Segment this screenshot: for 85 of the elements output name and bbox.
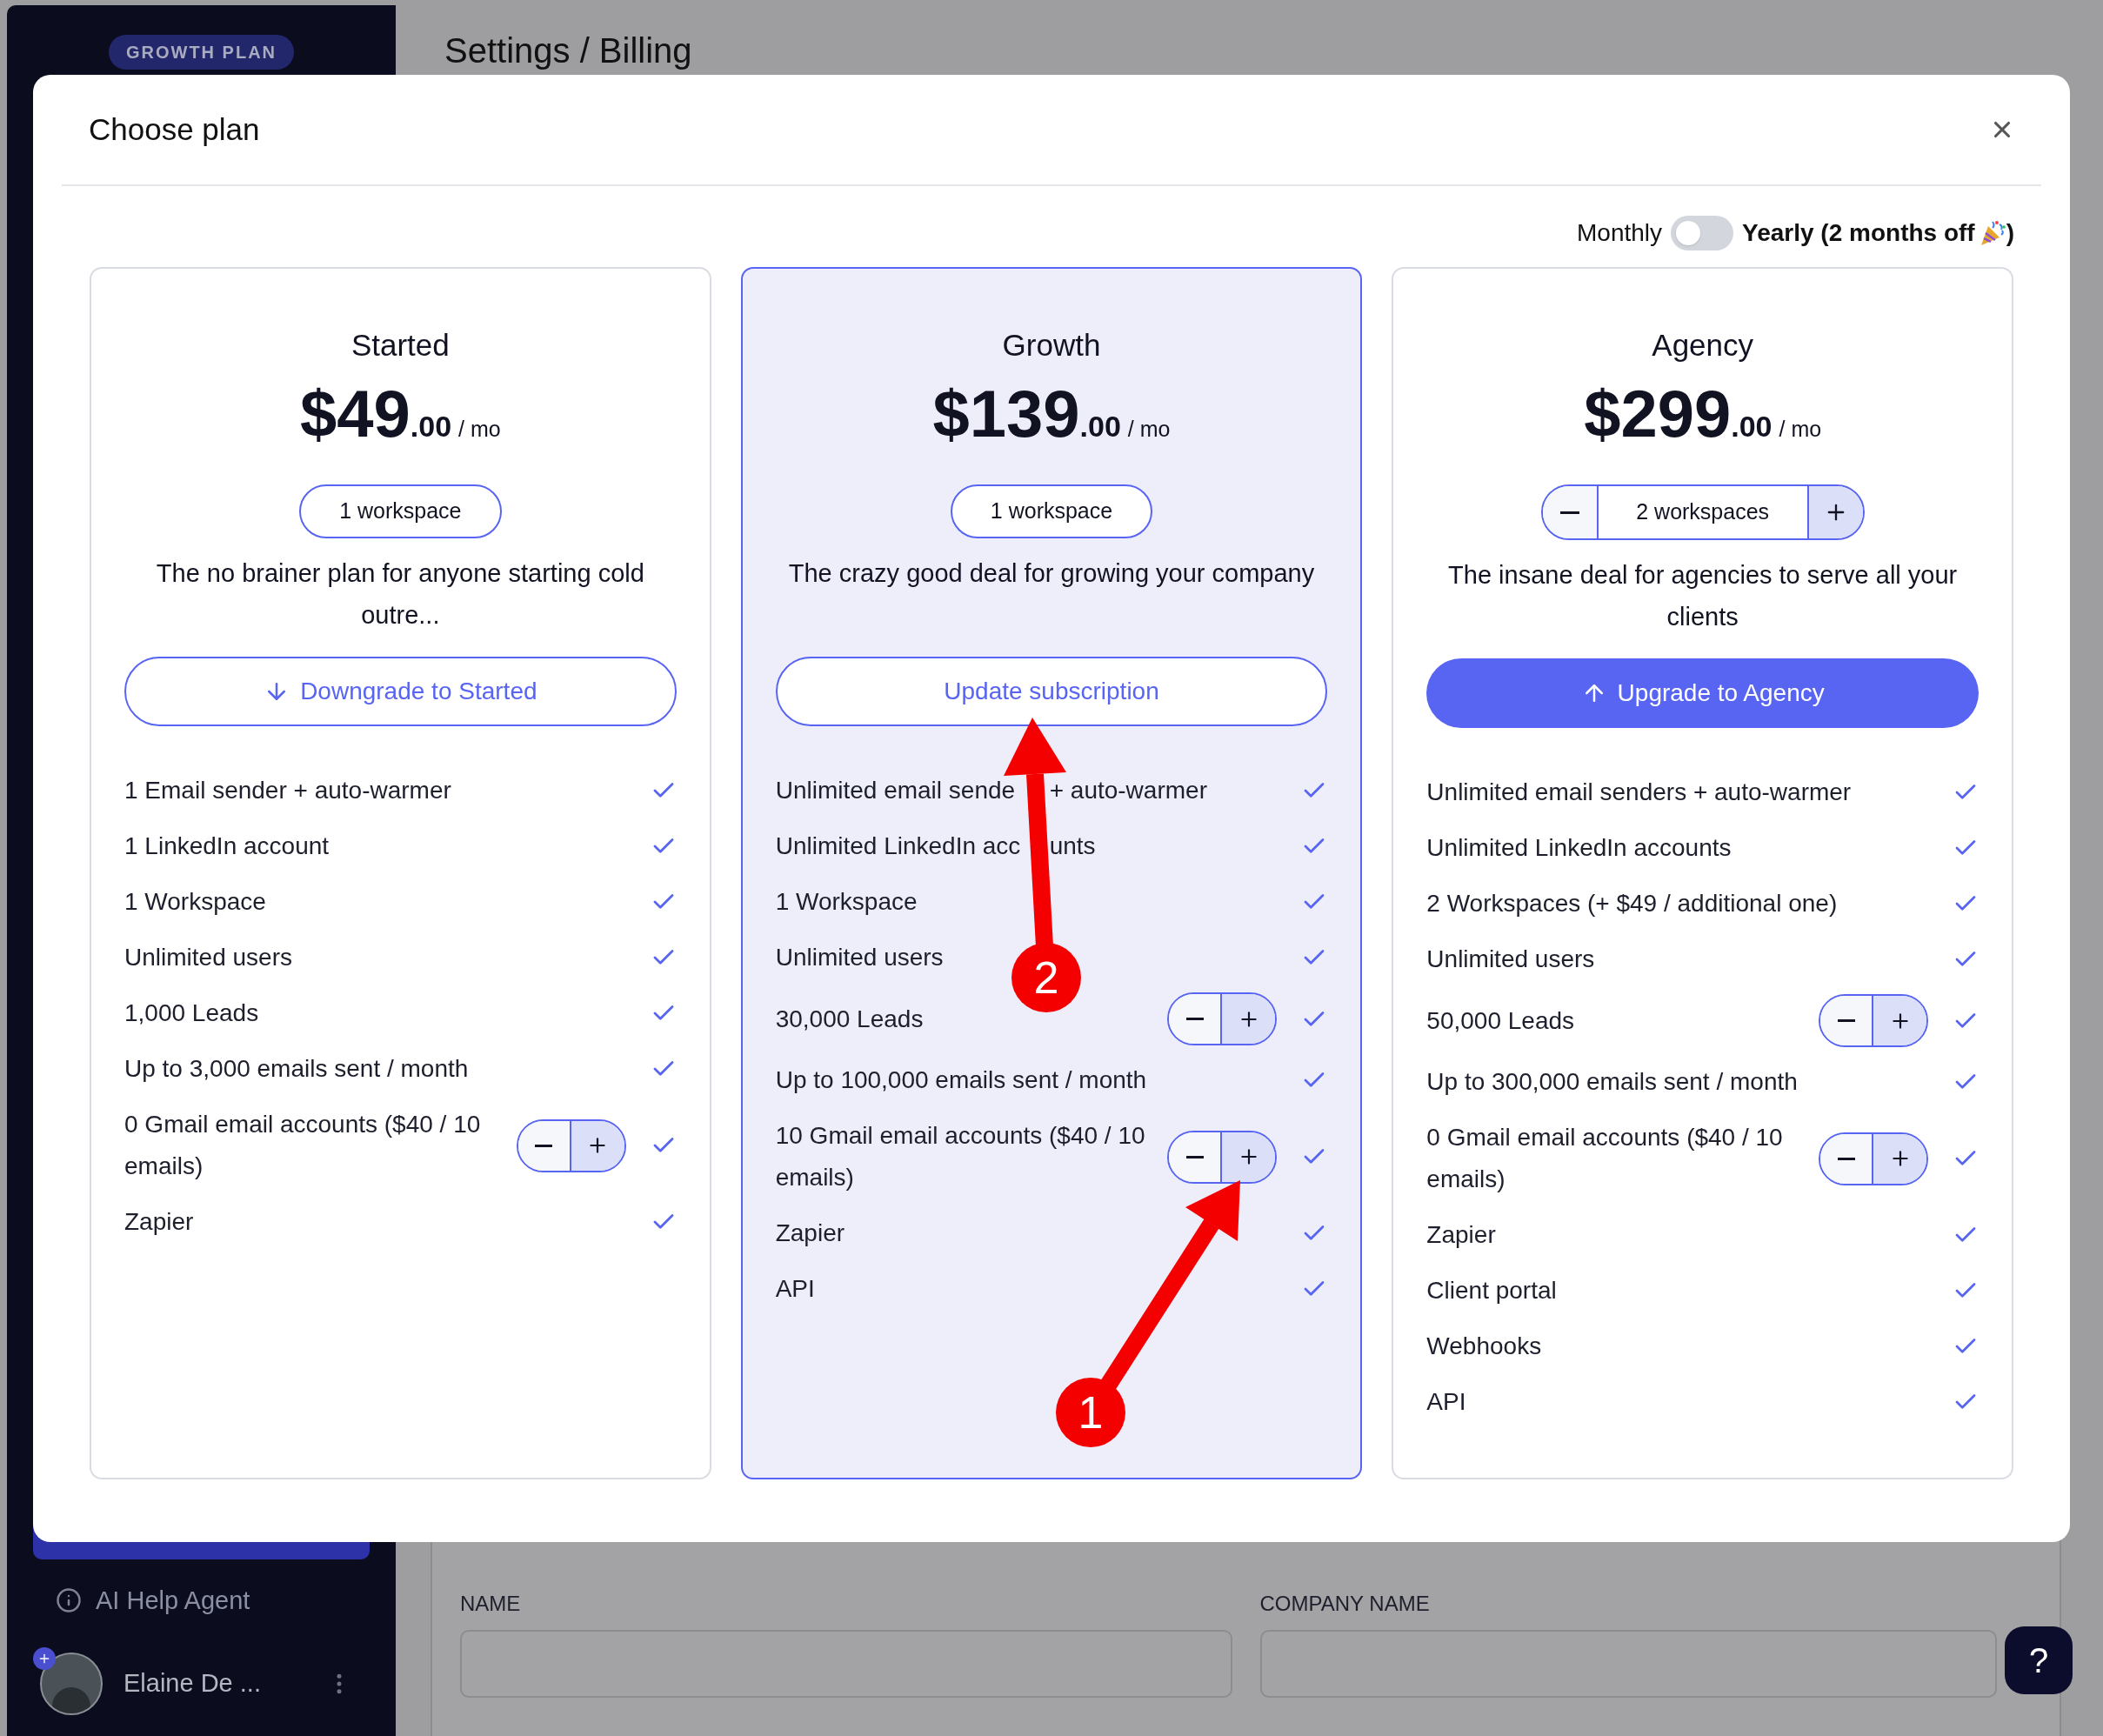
help-agent-link[interactable]: AI Help Agent	[96, 1581, 250, 1619]
feature-text: 1 Email sender + auto-warmer	[124, 776, 452, 805]
feature-text: Unlimited LinkedIn acc	[775, 831, 1022, 861]
feature-text: Webhooks	[1426, 1332, 1543, 1361]
update-subscription-button[interactable]: Update subscription	[775, 657, 1328, 726]
plan-name: Growth	[1002, 328, 1101, 363]
decrease-button[interactable]	[1820, 1133, 1873, 1184]
plan-price: $49	[300, 376, 411, 452]
downgrade-button[interactable]: Downgrade to Started	[124, 657, 677, 726]
step-marker: 1	[1056, 1378, 1125, 1447]
feature-text: Zapier	[775, 1219, 846, 1248]
increase-button[interactable]	[571, 1120, 624, 1171]
feature-text: Up to 300,000 emails sent / month	[1426, 1067, 1799, 1097]
yearly-label: Yearly (2 months off	[1742, 218, 1975, 248]
plan-description: The insane deal for agencies to serve all your clients	[1447, 560, 1959, 632]
plan-price: $139	[932, 376, 1080, 452]
feature-text: 1 LinkedIn account	[124, 831, 330, 861]
step-marker: 2	[1011, 943, 1081, 1012]
feature-text: 0 Gmail email accounts ($40 / 10 emails)	[1426, 1123, 1784, 1194]
feature-text: Unlimited users	[775, 943, 945, 972]
price-cents: .00	[1731, 409, 1773, 444]
monthly-label: Monthly	[1577, 218, 1663, 248]
add-badge-icon	[33, 1647, 56, 1670]
dialog-title: Choose plan	[89, 110, 260, 148]
feature-text: Client portal	[1426, 1276, 1558, 1305]
feature-text: API	[775, 1274, 816, 1304]
decrease-button[interactable]	[517, 1120, 571, 1171]
feature-text: 2 Workspaces (+ $49 / additional one)	[1426, 889, 1839, 918]
info-icon	[56, 1587, 82, 1614]
feature-text: 30,000 Leads	[775, 1004, 925, 1034]
minus-icon	[535, 1144, 553, 1147]
plan-description: The no brainer plan for anyone starting cold outre...	[155, 558, 645, 631]
upgrade-button[interactable]: Upgrade to Agency	[1426, 658, 1979, 728]
minus-icon	[1559, 511, 1579, 514]
decrease-button[interactable]	[1169, 1132, 1223, 1182]
feature-text: Up to 100,000 emails sent / month	[775, 1065, 1148, 1095]
plan-description: The crazy good deal for growing your company	[788, 558, 1315, 589]
feature-text: Unlimited users	[1426, 945, 1596, 974]
feature-text: Unlimited LinkedIn accounts	[1426, 833, 1732, 863]
workspace-count: 2 workspaces	[1635, 498, 1771, 526]
feature-text: Zapier	[124, 1207, 195, 1237]
field-label: NAME	[460, 1591, 522, 1617]
feature-text: Zapier	[1426, 1220, 1497, 1250]
feature-text: + auto-warmer	[1049, 776, 1208, 805]
user-name: Elaine De ...	[124, 1668, 262, 1699]
decrease-button[interactable]	[1169, 994, 1223, 1044]
increase-button[interactable]	[1873, 996, 1926, 1045]
field-label: COMPANY NAME	[1259, 1591, 1431, 1617]
plan-badge: GROWTH PLAN	[108, 35, 295, 70]
feature-text: 1 Workspace	[124, 887, 267, 917]
billing-toggle[interactable]	[1671, 216, 1734, 250]
feature-text: Unlimited email sende	[775, 776, 1017, 805]
feature-text: 1 Workspace	[775, 887, 918, 917]
increase-button[interactable]	[1873, 1133, 1926, 1184]
feature-text: Up to 3,000 emails sent / month	[124, 1054, 470, 1084]
feature-text: 0 Gmail email accounts ($40 / 10 emails)	[124, 1110, 482, 1181]
price-cents: .00	[410, 409, 452, 444]
minus-icon	[1185, 1018, 1204, 1020]
feature-text: 1,000 Leads	[124, 998, 260, 1028]
price-cents: .00	[1079, 409, 1121, 444]
page-title: Settings / Billing	[444, 30, 693, 71]
help-button[interactable]: ?	[2005, 1626, 2073, 1694]
price-period: / mo	[1779, 416, 1822, 443]
minus-icon	[1185, 1155, 1204, 1158]
feature-text: Unlimited users	[124, 943, 293, 972]
workspace-pill[interactable]: 1 workspace	[950, 484, 1153, 538]
minus-icon	[1837, 1157, 1855, 1160]
plan-price: $299	[1584, 376, 1732, 452]
increase-button[interactable]	[1806, 486, 1863, 538]
yearly-label-end: )	[2006, 218, 2014, 248]
increase-button[interactable]	[1222, 1132, 1276, 1182]
plan-name: Started	[350, 328, 450, 363]
feature-text: API	[1426, 1387, 1467, 1417]
price-period: / mo	[458, 416, 501, 443]
plan-name: Agency	[1652, 328, 1754, 363]
decrease-button[interactable]	[1820, 996, 1873, 1045]
feature-text: unts	[1049, 831, 1097, 861]
price-period: / mo	[1127, 416, 1171, 443]
minus-icon	[1837, 1019, 1855, 1022]
feature-text: 10 Gmail email accounts ($40 / 10 emails)	[775, 1121, 1146, 1192]
feature-text: 50,000 Leads	[1426, 1005, 1576, 1036]
increase-button[interactable]	[1222, 994, 1276, 1044]
feature-text: Unlimited email senders + auto-warmer	[1426, 778, 1853, 807]
decrease-button[interactable]	[1542, 486, 1599, 538]
workspace-pill[interactable]: 1 workspace	[299, 484, 502, 538]
